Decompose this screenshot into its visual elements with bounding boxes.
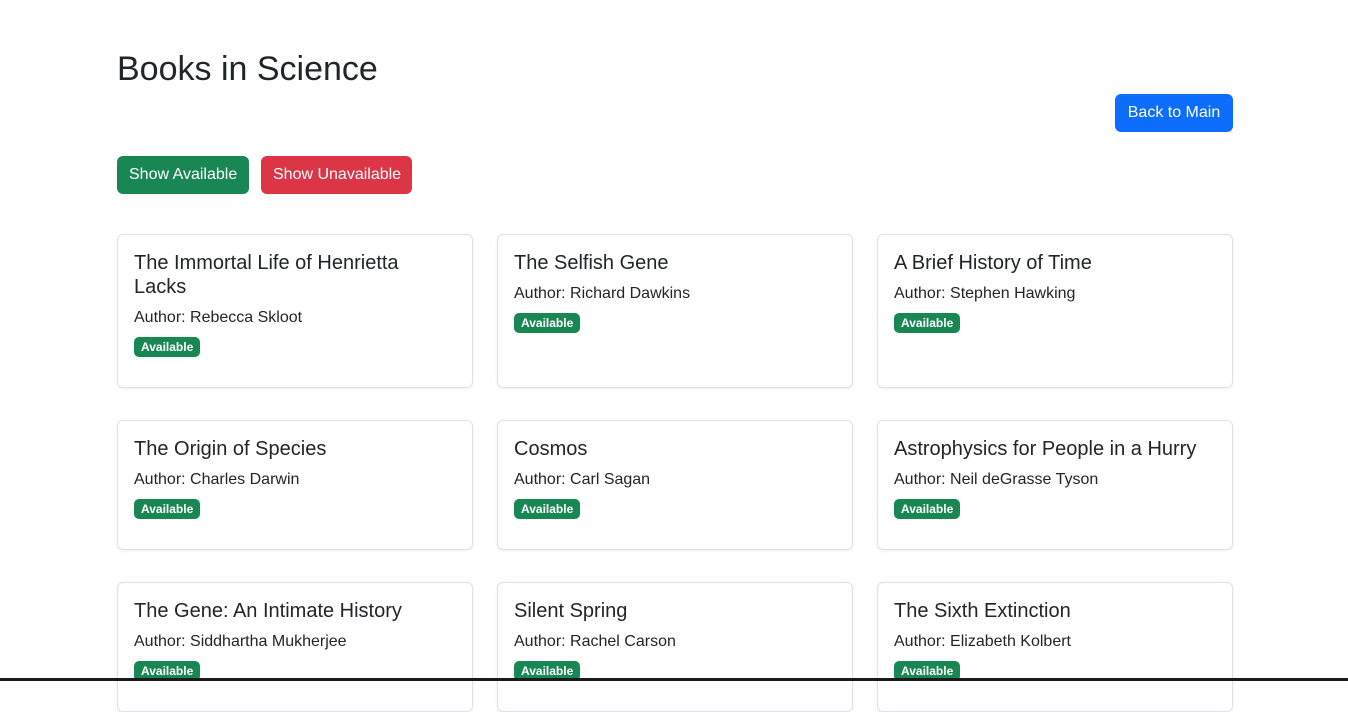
book-author: Author: Elizabeth Kolbert [894, 633, 1071, 650]
book-author: Author: Carl Sagan [514, 471, 651, 488]
book-author: Author: Stephen Hawking [894, 285, 1076, 302]
status-badge: Available [894, 313, 961, 333]
book-title: Cosmos [514, 438, 588, 460]
book-author: Author: Rachel Carson [514, 633, 676, 650]
show-available-button[interactable]: Show Available [117, 156, 249, 194]
status-badge: Available [514, 499, 581, 519]
book-card: A Brief History of Time Author: Stephen … [877, 234, 1233, 388]
book-title: A Brief History of Time [894, 252, 1092, 274]
book-card: The Sixth Extinction Author: Elizabeth K… [877, 582, 1233, 712]
book-card: Astrophysics for People in a Hurry Autho… [877, 420, 1233, 550]
book-card: The Selfish Gene Author: Richard Dawkins… [497, 234, 853, 388]
book-card: Silent Spring Author: Rachel Carson Avai… [497, 582, 853, 712]
book-author: Author: Rebecca Skloot [134, 309, 303, 326]
back-to-main-button[interactable]: Back to Main [1115, 94, 1233, 132]
book-author: Author: Richard Dawkins [514, 285, 691, 302]
page-title: Books in Science [117, 50, 378, 88]
status-badge: Available [514, 313, 581, 333]
status-badge: Available [134, 337, 201, 357]
book-author: Author: Neil deGrasse Tyson [894, 471, 1099, 488]
book-title: The Origin of Species [134, 438, 327, 460]
book-title: The Immortal Life of Henrietta Lacks [134, 252, 399, 298]
book-card: The Gene: An Intimate History Author: Si… [117, 582, 473, 712]
book-title: The Sixth Extinction [894, 600, 1071, 622]
book-title: The Gene: An Intimate History [134, 600, 402, 622]
book-title: Silent Spring [514, 600, 628, 622]
book-author: Author: Charles Darwin [134, 471, 300, 488]
book-title: Astrophysics for People in a Hurry [894, 438, 1197, 460]
book-title: The Selfish Gene [514, 252, 669, 274]
book-card: Cosmos Author: Carl Sagan Available [497, 420, 853, 550]
book-card: The Immortal Life of Henrietta Lacks Aut… [117, 234, 473, 388]
book-author: Author: Siddhartha Mukherjee [134, 633, 347, 650]
book-card: The Origin of Species Author: Charles Da… [117, 420, 473, 550]
status-badge: Available [894, 499, 961, 519]
show-unavailable-button[interactable]: Show Unavailable [261, 156, 412, 194]
status-badge: Available [134, 499, 201, 519]
